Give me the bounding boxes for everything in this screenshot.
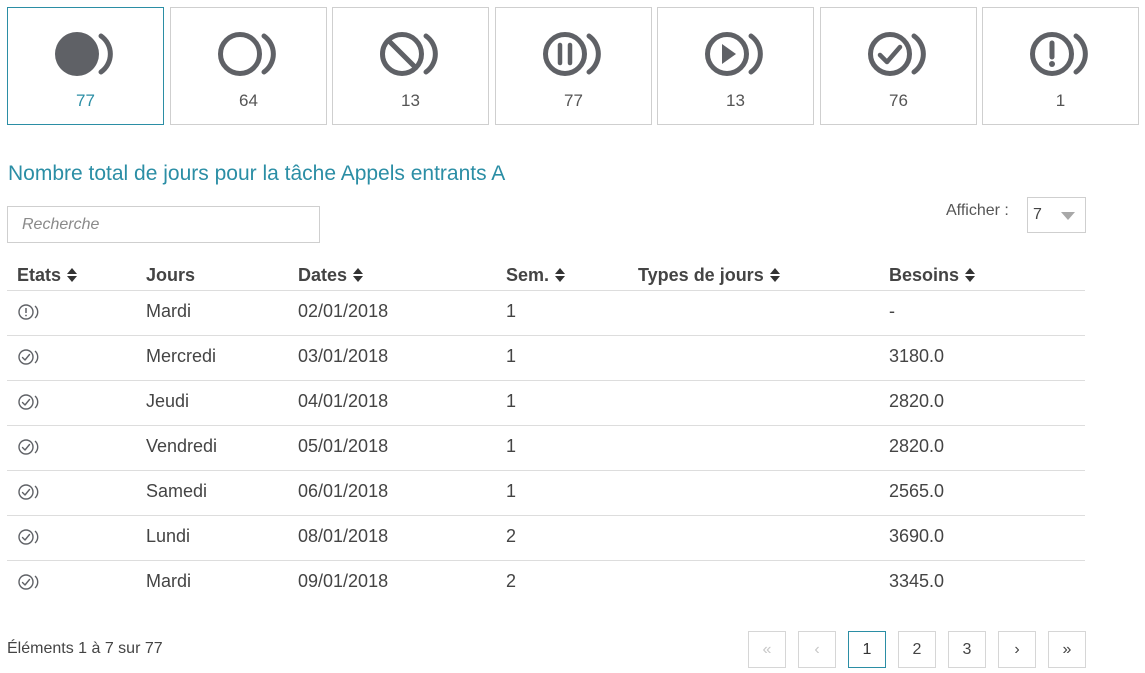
blocked-circle-icon xyxy=(378,28,444,80)
status-count: 76 xyxy=(889,91,908,110)
pagination-info: Éléments 1 à 7 sur 77 xyxy=(7,640,163,657)
check-circle-icon xyxy=(17,573,41,591)
cell-sem: 1 xyxy=(506,481,517,501)
table-row[interactable]: Vendredi 05/01/2018 1 2820.0 xyxy=(7,426,1085,471)
check-circle-icon xyxy=(866,28,932,80)
cell-date: 08/01/2018 xyxy=(298,526,389,546)
prev-page-button[interactable]: ‹ xyxy=(798,631,836,668)
cell-besoins: 3180.0 xyxy=(889,346,945,366)
cell-sem: 1 xyxy=(506,346,517,366)
cell-besoins: 2820.0 xyxy=(889,391,945,411)
check-circle-icon xyxy=(17,438,41,456)
cell-date: 04/01/2018 xyxy=(298,391,389,411)
pause-circle-icon xyxy=(541,28,607,80)
sort-icon xyxy=(555,268,566,282)
table-row[interactable]: Mercredi 03/01/2018 1 3180.0 xyxy=(7,336,1085,381)
sort-icon xyxy=(353,268,364,282)
cell-sem: 1 xyxy=(506,436,517,456)
cell-sem: 2 xyxy=(506,571,517,591)
next-page-button[interactable]: › xyxy=(998,631,1036,668)
cell-besoins: 3345.0 xyxy=(889,571,945,591)
last-page-button[interactable]: » xyxy=(1048,631,1086,668)
cell-date: 02/01/2018 xyxy=(298,301,389,321)
exclamation-circle-icon xyxy=(17,303,41,321)
cell-date: 05/01/2018 xyxy=(298,436,389,456)
status-count: 13 xyxy=(726,91,745,110)
column-label: Dates xyxy=(298,265,348,285)
page-button-2[interactable]: 2 xyxy=(898,631,936,668)
status-card-empty[interactable]: 64 xyxy=(170,7,327,125)
cell-date: 06/01/2018 xyxy=(298,481,389,501)
filled-circle-icon xyxy=(53,28,119,80)
cell-besoins: 2565.0 xyxy=(889,481,945,501)
column-label: Jours xyxy=(146,265,196,285)
cell-besoins: - xyxy=(889,301,895,321)
check-circle-icon xyxy=(17,483,41,501)
status-card-error[interactable]: 1 xyxy=(982,7,1139,125)
check-circle-icon xyxy=(17,393,41,411)
search-input[interactable] xyxy=(7,206,320,243)
page-size-label: Afficher : xyxy=(946,202,1009,219)
exclamation-circle-icon xyxy=(1028,28,1094,80)
page-size-select[interactable]: 7 xyxy=(1027,197,1086,233)
page-button-1[interactable]: 1 xyxy=(848,631,886,668)
table-row[interactable]: Samedi 06/01/2018 1 2565.0 xyxy=(7,471,1085,516)
status-card-done[interactable]: 76 xyxy=(820,7,977,125)
status-count: 77 xyxy=(76,91,95,110)
status-card-paused[interactable]: 77 xyxy=(495,7,652,125)
cell-besoins: 3690.0 xyxy=(889,526,945,546)
days-table: Etats Jours Dates Sem. Types de jours Be… xyxy=(7,258,1085,606)
cell-date: 03/01/2018 xyxy=(298,346,389,366)
cell-jour: Mercredi xyxy=(146,346,217,366)
table-header: Etats Jours Dates Sem. Types de jours Be… xyxy=(7,258,1085,291)
status-count: 64 xyxy=(239,91,258,110)
column-header-etats[interactable]: Etats xyxy=(17,265,78,286)
section-title: Nombre total de jours pour la tâche Appe… xyxy=(8,162,506,185)
page-size-value: 7 xyxy=(1033,206,1042,223)
check-circle-icon xyxy=(17,528,41,546)
status-count: 1 xyxy=(1055,91,1066,110)
sort-icon xyxy=(67,268,78,282)
empty-circle-icon xyxy=(216,28,282,80)
column-label: Types de jours xyxy=(638,265,764,285)
table-row[interactable]: Lundi 08/01/2018 2 3690.0 xyxy=(7,516,1085,561)
cell-sem: 1 xyxy=(506,391,517,411)
sort-icon xyxy=(965,268,976,282)
table-row[interactable]: Jeudi 04/01/2018 1 2820.0 xyxy=(7,381,1085,426)
status-card-all[interactable]: 77 xyxy=(7,7,164,125)
column-label: Etats xyxy=(17,265,62,285)
chevron-down-icon xyxy=(1061,212,1075,220)
check-circle-icon xyxy=(17,348,41,366)
cell-jour: Lundi xyxy=(146,526,191,546)
status-card-running[interactable]: 13 xyxy=(657,7,814,125)
cell-besoins: 2820.0 xyxy=(889,436,945,456)
play-circle-icon xyxy=(703,28,769,80)
cell-jour: Mardi xyxy=(146,301,192,321)
column-header-besoins[interactable]: Besoins xyxy=(889,265,976,286)
table-row[interactable]: Mardi 09/01/2018 2 3345.0 xyxy=(7,561,1085,606)
cell-jour: Samedi xyxy=(146,481,208,501)
cell-jour: Mardi xyxy=(146,571,192,591)
column-header-types[interactable]: Types de jours xyxy=(638,265,780,286)
table-row[interactable]: Mardi 02/01/2018 1 - xyxy=(7,291,1085,336)
first-page-button[interactable]: « xyxy=(748,631,786,668)
cell-sem: 2 xyxy=(506,526,517,546)
column-header-sem[interactable]: Sem. xyxy=(506,265,566,286)
status-count: 77 xyxy=(564,91,583,110)
status-card-blocked[interactable]: 13 xyxy=(332,7,489,125)
cell-jour: Jeudi xyxy=(146,391,190,411)
status-count: 13 xyxy=(401,91,420,110)
cell-jour: Vendredi xyxy=(146,436,218,456)
column-header-dates[interactable]: Dates xyxy=(298,265,364,286)
column-label: Besoins xyxy=(889,265,960,285)
sort-icon xyxy=(769,268,780,282)
column-label: Sem. xyxy=(506,265,550,285)
cell-sem: 1 xyxy=(506,301,517,321)
column-header-jours: Jours xyxy=(146,265,195,286)
page-button-3[interactable]: 3 xyxy=(948,631,986,668)
cell-date: 09/01/2018 xyxy=(298,571,389,591)
status-filter-bar: 77 64 13 77 13 76 1 xyxy=(7,7,1139,125)
